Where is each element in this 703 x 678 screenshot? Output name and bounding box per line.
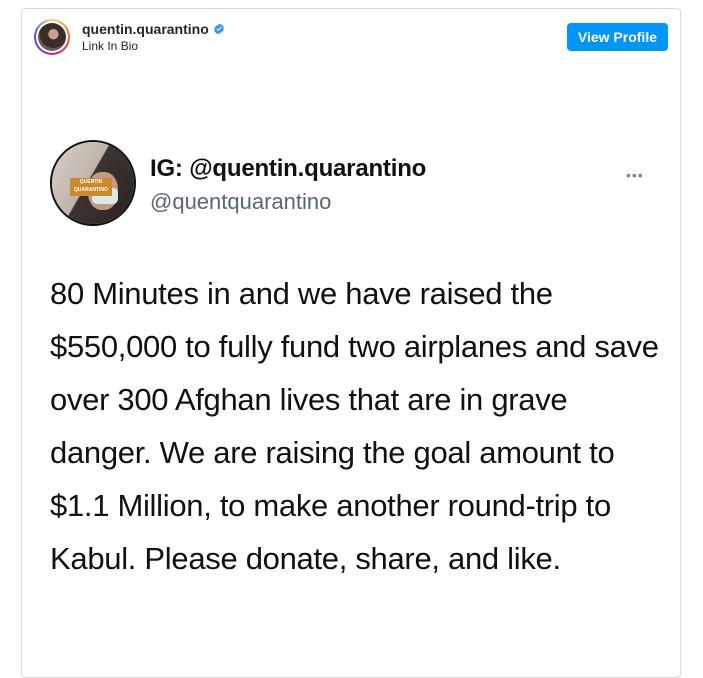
more-options-icon: ••• (626, 167, 644, 183)
view-profile-button[interactable]: View Profile (566, 23, 668, 51)
tweet-handle: @quentquarantino (150, 189, 332, 214)
tweet-avatar: QUENTIN QUARANTINO (50, 140, 136, 226)
tweet-display-name: IG: @quentin.quarantino (150, 155, 427, 182)
tweet-text: 80 Minutes in and we have raised the $55… (50, 276, 659, 576)
avatar-image (38, 23, 66, 51)
post-header: quentin.quarantino Link In Bio View Prof… (22, 9, 680, 65)
avatar-badge: QUENTIN QUARANTINO (70, 178, 112, 196)
profile-avatar[interactable] (34, 19, 70, 55)
verified-icon (213, 23, 224, 35)
post-subline: Link In Bio (82, 39, 139, 53)
post-username[interactable]: quentin.quarantino (82, 21, 225, 37)
instagram-post-card: quentin.quarantino Link In Bio View Prof… (21, 8, 681, 678)
